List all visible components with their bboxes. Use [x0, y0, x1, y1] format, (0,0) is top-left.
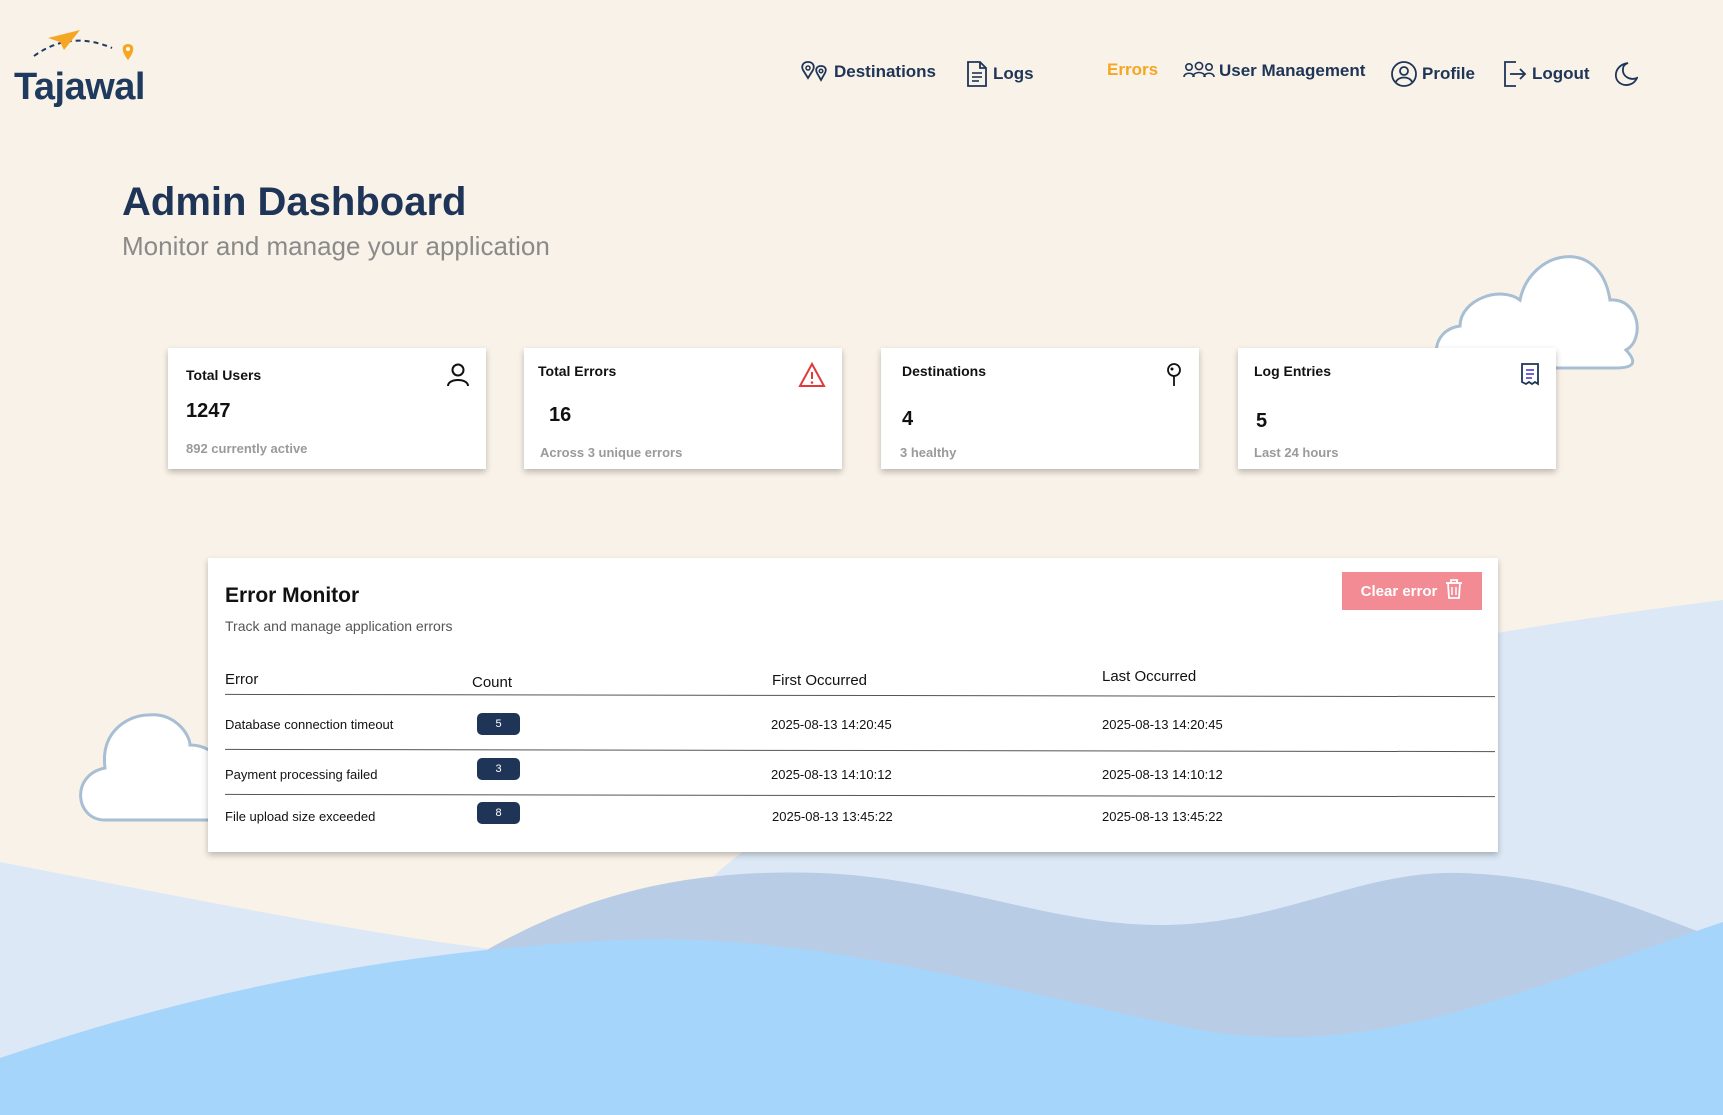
nav-profile-label: Profile — [1422, 64, 1475, 83]
theme-toggle[interactable] — [1610, 60, 1638, 88]
page-title: Admin Dashboard — [122, 180, 467, 224]
users-group-icon — [1183, 60, 1215, 82]
nav-logs-label: Logs — [993, 64, 1034, 83]
column-header-first-occurred: First Occurred — [772, 672, 868, 689]
header-divider — [225, 693, 1495, 698]
row-divider — [225, 748, 1495, 753]
stat-note: 3 healthy — [900, 445, 957, 460]
stat-card-destinations: Destinations 4 3 healthy — [881, 348, 1199, 469]
stat-value: 4 — [902, 408, 914, 430]
nav-errors-label: Errors — [1107, 60, 1159, 79]
paper-plane-icon — [33, 30, 134, 60]
stat-card-log-entries: Log Entries 5 Last 24 hours — [1238, 348, 1556, 469]
document-icon — [965, 60, 989, 88]
count-badge: 8 — [477, 802, 520, 824]
first-occurred: 2025-08-13 14:10:12 — [771, 767, 892, 782]
error-name: Payment processing failed — [225, 767, 378, 782]
count-badge: 3 — [477, 758, 520, 780]
last-occurred: 2025-08-13 14:20:45 — [1102, 717, 1223, 732]
stat-value: 5 — [1256, 410, 1268, 432]
page: Tajawal Destinations Logs Errors User Ma… — [0, 0, 1723, 1115]
nav-user-management-label: User Management — [1219, 61, 1366, 80]
trash-icon — [1445, 578, 1463, 604]
nav-logout-label: Logout — [1532, 64, 1590, 83]
stat-label: Log Entries — [1254, 363, 1332, 379]
nav-logout[interactable]: Logout — [1502, 60, 1590, 88]
nav-logs[interactable]: Logs — [965, 60, 1034, 88]
stat-label: Total Users — [186, 367, 262, 383]
user-icon — [446, 362, 470, 393]
stat-label: Destinations — [902, 363, 987, 379]
nav-user-management[interactable]: User Management — [1183, 60, 1365, 82]
pin-icon — [1165, 362, 1183, 393]
first-occurred: 2025-08-13 14:20:45 — [771, 717, 892, 732]
page-subtitle: Monitor and manage your application — [122, 231, 550, 261]
stat-note: Last 24 hours — [1254, 445, 1339, 460]
nav-destinations-label: Destinations — [834, 62, 937, 81]
stat-note: Across 3 unique errors — [540, 445, 683, 460]
error-monitor-panel: Error Monitor Track and manage applicati… — [208, 558, 1498, 852]
column-header-count: Count — [472, 674, 513, 691]
error-name: Database connection timeout — [225, 717, 394, 732]
stat-card-total-users: Total Users 1247 892 currently active — [168, 348, 486, 469]
column-header-last-occurred: Last Occurred — [1102, 668, 1197, 685]
moon-icon — [1610, 60, 1638, 88]
cloud-left-icon — [79, 713, 224, 822]
count-badge: 5 — [477, 713, 520, 735]
receipt-icon — [1520, 362, 1540, 391]
stat-value: 16 — [549, 404, 572, 426]
stat-card-total-errors: Total Errors 16 Across 3 unique errors — [524, 348, 842, 469]
last-occurred: 2025-08-13 14:10:12 — [1102, 767, 1223, 782]
top-nav: Destinations Logs Errors User Management… — [0, 60, 1723, 92]
panel-subtitle: Track and manage application errors — [225, 618, 453, 634]
location-pins-icon — [800, 60, 830, 84]
error-name: File upload size exceeded — [225, 809, 376, 824]
stat-note: 892 currently active — [186, 441, 308, 456]
nav-profile[interactable]: Profile — [1390, 60, 1475, 88]
stat-value: 1247 — [186, 400, 231, 422]
first-occurred: 2025-08-13 13:45:22 — [772, 809, 893, 824]
clear-error-label: Clear error — [1360, 582, 1438, 600]
column-header-error: Error — [225, 671, 259, 688]
clear-error-button[interactable]: Clear error — [1342, 572, 1482, 610]
profile-circle-icon — [1390, 60, 1418, 88]
last-occurred: 2025-08-13 13:45:22 — [1102, 809, 1223, 824]
nav-errors[interactable]: Errors — [1107, 60, 1158, 80]
logout-icon — [1502, 60, 1528, 88]
stat-label: Total Errors — [538, 363, 617, 379]
nav-destinations[interactable]: Destinations — [800, 60, 936, 84]
warning-icon — [798, 361, 826, 393]
row-divider — [225, 793, 1495, 798]
panel-title: Error Monitor — [225, 584, 360, 607]
